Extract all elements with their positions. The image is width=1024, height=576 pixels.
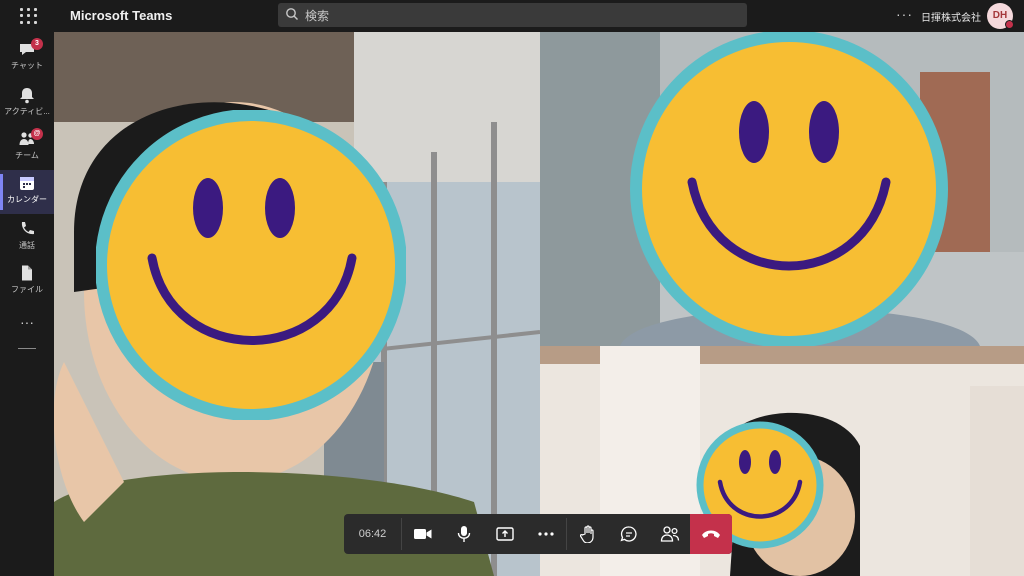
rail-divider <box>18 348 36 349</box>
hang-up-icon <box>702 530 720 538</box>
bell-icon <box>20 88 34 104</box>
more-icon <box>537 532 554 536</box>
presence-status-icon <box>1005 20 1014 29</box>
file-icon <box>22 265 32 281</box>
top-bar: Microsoft Teams 検索 ··· 日揮株式会社 DH <box>0 0 1024 32</box>
rail-item-teams[interactable]: @ チーム <box>0 126 54 170</box>
teams-badge: @ <box>31 128 43 140</box>
share-screen-icon <box>495 527 514 541</box>
camera-icon <box>413 529 431 539</box>
rail-item-activity[interactable]: アクティビ... <box>0 82 54 126</box>
rail-item-calls[interactable]: 通話 <box>0 216 54 260</box>
chat-button[interactable] <box>608 514 649 554</box>
calendar-icon <box>20 177 34 190</box>
call-controls: 06:42 <box>344 514 732 554</box>
search-icon <box>286 8 298 20</box>
rail-item-label: ファイル <box>11 285 43 294</box>
rail-item-calendar[interactable]: カレンダー <box>0 170 54 214</box>
rail-item-label: チャット <box>11 61 43 70</box>
camera-button[interactable] <box>402 514 443 554</box>
call-timer: 06:42 <box>358 528 387 540</box>
rail-item-label: アクティビ... <box>4 107 50 116</box>
raise-hand-button[interactable] <box>567 514 608 554</box>
rail-item-label: カレンダー <box>7 195 47 204</box>
raise-hand-icon <box>579 525 594 543</box>
hang-up-button[interactable] <box>690 514 732 554</box>
smiley-face-overlay <box>630 32 948 346</box>
search-input[interactable]: 検索 <box>278 3 747 27</box>
participants-icon <box>660 526 679 542</box>
phone-icon <box>21 222 34 235</box>
app-title: Microsoft Teams <box>70 8 173 23</box>
chat-badge: 3 <box>31 38 43 50</box>
more-actions-button[interactable] <box>525 514 566 554</box>
participant-video-top-right[interactable] <box>540 32 1024 346</box>
organization-name[interactable]: 日揮株式会社 <box>921 9 981 24</box>
microphone-icon <box>457 526 470 542</box>
smiley-face-overlay <box>96 110 406 420</box>
share-screen-button[interactable] <box>484 514 525 554</box>
microphone-button[interactable] <box>443 514 484 554</box>
search-placeholder: 検索 <box>305 9 330 23</box>
rail-item-files[interactable]: ファイル <box>0 260 54 304</box>
rail-item-label: チーム <box>15 151 39 160</box>
participants-button[interactable] <box>649 514 690 554</box>
more-options-icon[interactable]: ··· <box>896 6 913 22</box>
app-rail: 3 チャット アクティビ... @ チーム カレンダー 通話 ファイル ··· <box>0 32 54 576</box>
app-launcher-icon[interactable] <box>18 6 38 26</box>
rail-item-chat[interactable]: 3 チャット <box>0 36 54 80</box>
participant-video-main[interactable] <box>54 32 540 576</box>
rail-item-label: 通話 <box>19 241 35 250</box>
more-apps-icon[interactable]: ··· <box>0 314 54 330</box>
chat-icon <box>619 526 637 542</box>
